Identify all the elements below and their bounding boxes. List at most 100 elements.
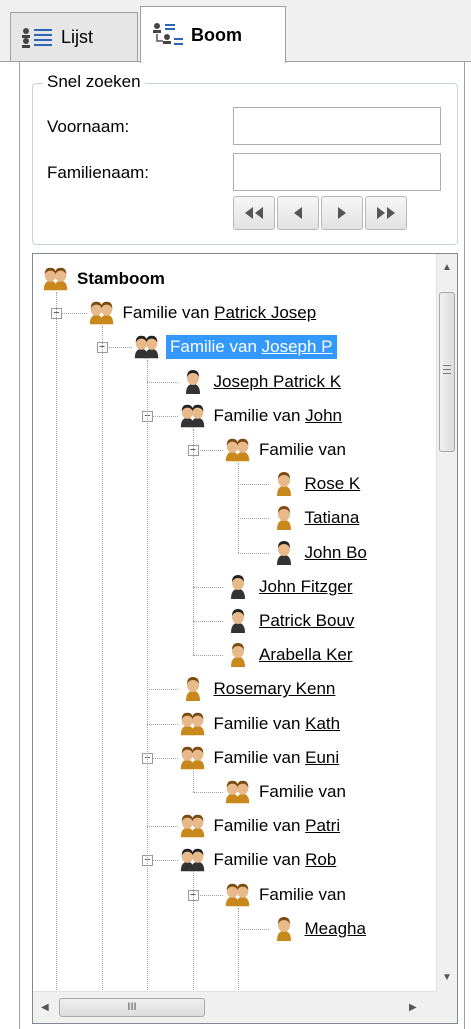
tree-connector-horizontal bbox=[238, 928, 269, 930]
first-result-button[interactable] bbox=[233, 196, 275, 230]
horizontal-scroll-thumb[interactable]: III bbox=[59, 998, 205, 1017]
scroll-left-icon[interactable]: ◀ bbox=[41, 1002, 49, 1013]
tree-node[interactable]: Arabella Ker bbox=[223, 640, 353, 670]
tree-node[interactable]: Meagha bbox=[269, 914, 366, 944]
tree-connector-horizontal bbox=[238, 484, 269, 486]
couple-icon bbox=[180, 814, 204, 838]
tree-node[interactable]: Familie van Euni bbox=[178, 743, 340, 773]
man-icon bbox=[185, 369, 200, 394]
woman-icon bbox=[276, 506, 291, 531]
tree-connector-horizontal bbox=[238, 518, 269, 520]
couple-icon bbox=[225, 438, 250, 462]
last-icon bbox=[377, 207, 395, 219]
tree-node-label: Familie van Kath bbox=[213, 713, 341, 733]
tree-node-label: Tatiana bbox=[304, 508, 360, 528]
tree-connector-vertical bbox=[192, 428, 194, 656]
last-name-label: Familienaam: bbox=[47, 163, 150, 182]
tab-lijst[interactable]: Lijst bbox=[10, 12, 138, 62]
tree-node-label: John Fitzger bbox=[259, 576, 353, 596]
horizontal-scrollbar[interactable]: ◀ III ▶ bbox=[33, 991, 437, 1023]
tree-connector-vertical bbox=[56, 292, 57, 994]
tree-node-label: Rose K bbox=[304, 474, 361, 494]
tree-connector-horizontal bbox=[192, 586, 223, 588]
tree-connector-horizontal bbox=[238, 552, 269, 554]
tree-node[interactable]: Familie van Patri bbox=[178, 811, 341, 841]
tree-node[interactable]: John Fitzger bbox=[223, 572, 353, 602]
woman-icon bbox=[276, 916, 291, 941]
tree-node-label: Familie van Patri bbox=[213, 816, 341, 836]
tree-node-label: Familie van Patrick Josep bbox=[122, 303, 317, 323]
tree-node[interactable]: Familie van John bbox=[178, 401, 343, 431]
last-name-input[interactable] bbox=[233, 153, 441, 191]
tree-connector-vertical bbox=[238, 463, 239, 553]
tree-node-label: Meagha bbox=[304, 918, 366, 938]
prev-icon bbox=[294, 207, 302, 219]
man-icon bbox=[231, 574, 245, 599]
man-icon bbox=[231, 609, 245, 633]
tree-connector-horizontal bbox=[147, 723, 178, 725]
quick-search-group: Snel zoeken Voornaam: Familienaam: bbox=[32, 72, 458, 245]
tree-node[interactable]: Familie van Kath bbox=[178, 709, 341, 739]
tree-node[interactable]: Familie van Joseph P bbox=[132, 332, 337, 362]
tab-bar: Lijst Boom bbox=[0, 0, 471, 64]
family-tree-view[interactable]: Stamboom − Familie van Patrick Josep − Fam… bbox=[32, 253, 458, 1024]
previous-result-button[interactable] bbox=[277, 196, 319, 230]
first-name-input[interactable] bbox=[233, 107, 441, 145]
tree-connector-vertical bbox=[147, 360, 148, 994]
search-navigation bbox=[233, 196, 407, 230]
tree-node-label: Familie van Joseph P bbox=[166, 335, 337, 360]
tree-node[interactable]: Rosemary Kenn bbox=[178, 674, 335, 704]
tab-boom-label: Boom bbox=[191, 24, 242, 45]
tree-people-icon bbox=[153, 23, 183, 45]
tree-connector-vertical bbox=[192, 770, 194, 792]
vertical-scroll-thumb[interactable] bbox=[439, 292, 455, 452]
tree-node-label: Stamboom bbox=[77, 269, 165, 288]
couple-dark-icon bbox=[180, 404, 204, 428]
tree-node[interactable]: Familie van bbox=[223, 435, 346, 465]
tree-node[interactable]: Tatiana bbox=[269, 503, 360, 533]
first-name-label: Voornaam: bbox=[47, 117, 130, 136]
quick-search-legend: Snel zoeken bbox=[43, 72, 145, 92]
tree-node-label: Familie van Euni bbox=[213, 747, 340, 767]
tree-node[interactable]: Familie van Rob bbox=[178, 845, 337, 875]
next-icon bbox=[338, 207, 346, 219]
tree-node[interactable]: Patrick Bouv bbox=[223, 606, 354, 636]
couple-icon bbox=[225, 780, 250, 804]
couple-icon bbox=[43, 267, 68, 291]
tree-node-label: Arabella Ker bbox=[259, 645, 353, 665]
tree-node[interactable]: John Bo bbox=[269, 538, 367, 568]
scroll-right-icon[interactable]: ▶ bbox=[409, 1002, 417, 1013]
tree-connector-horizontal bbox=[192, 792, 223, 793]
tree-node[interactable]: Familie van Patrick Josep bbox=[87, 298, 317, 328]
tree-connector-vertical bbox=[101, 326, 103, 994]
tree-node-label: Familie van bbox=[259, 440, 346, 459]
woman-icon bbox=[276, 472, 291, 497]
tree-node[interactable]: Rose K bbox=[269, 469, 361, 499]
couple-icon bbox=[89, 301, 113, 325]
horizontal-scroll-grip: III bbox=[127, 1001, 137, 1013]
couple-icon bbox=[225, 883, 250, 906]
tab-boom[interactable]: Boom bbox=[140, 6, 286, 64]
couple-dark-icon bbox=[180, 849, 204, 872]
scroll-up-icon[interactable]: ▲ bbox=[442, 262, 452, 273]
next-result-button[interactable] bbox=[321, 196, 363, 230]
woman-icon bbox=[231, 643, 245, 668]
tree-node-label: Familie van Rob bbox=[213, 850, 337, 870]
tree-node[interactable]: Familie van bbox=[223, 880, 346, 910]
tree-node[interactable]: Familie van bbox=[223, 777, 346, 807]
tree-connector-vertical bbox=[192, 873, 194, 994]
man-icon bbox=[276, 540, 291, 565]
tree-connector-horizontal bbox=[192, 621, 223, 622]
vertical-scrollbar[interactable]: ▲ ▼ bbox=[436, 254, 457, 992]
tree-connector-horizontal bbox=[147, 381, 178, 383]
tree-connector-horizontal bbox=[147, 689, 178, 691]
tree-node-label: Joseph Patrick K bbox=[213, 371, 342, 391]
tree-node[interactable]: Joseph Patrick K bbox=[178, 367, 342, 397]
couple-icon bbox=[180, 746, 204, 770]
tab-lijst-label: Lijst bbox=[61, 27, 94, 47]
last-result-button[interactable] bbox=[365, 196, 407, 230]
tree-node-label: Familie van John bbox=[213, 405, 343, 425]
first-icon bbox=[245, 207, 263, 219]
tree-node-root[interactable]: Stamboom bbox=[41, 264, 165, 294]
scroll-down-icon[interactable]: ▼ bbox=[442, 972, 452, 983]
